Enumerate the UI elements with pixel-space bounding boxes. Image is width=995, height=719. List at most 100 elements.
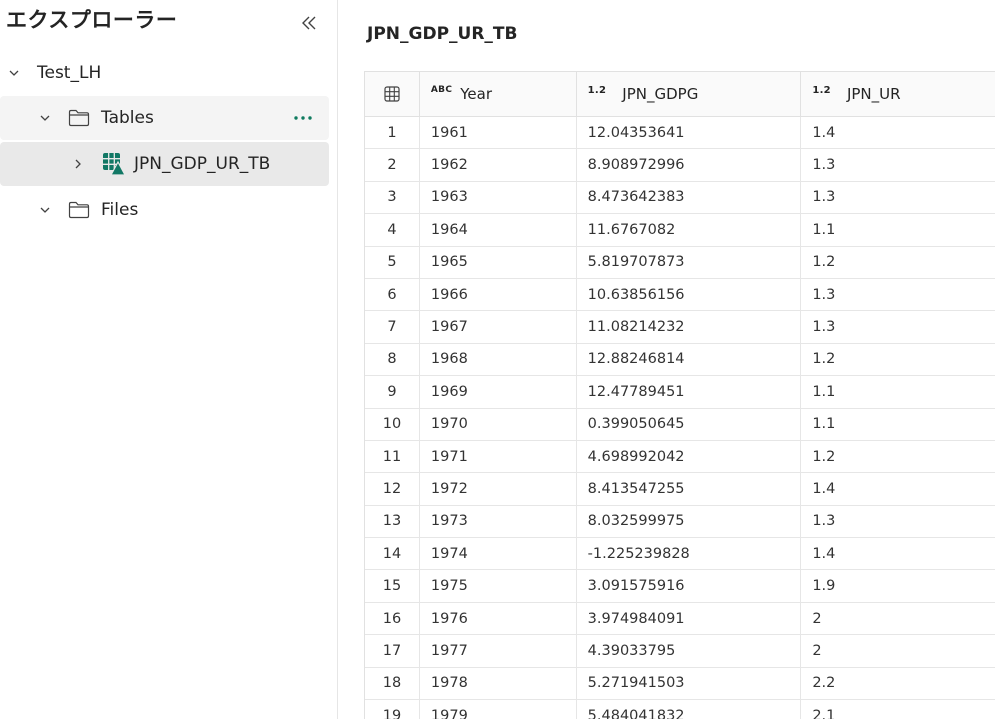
table-row[interactable]: 19 1979 5.484041832 2.1 [365, 700, 995, 719]
gdpg-cell[interactable]: 3.974984091 [577, 602, 802, 635]
ur-cell[interactable]: 1.9 [801, 570, 995, 601]
row-number-cell[interactable]: 15 [365, 570, 420, 602]
gdpg-cell[interactable]: 8.908972996 [577, 149, 802, 181]
ur-cell[interactable]: 1.3 [801, 182, 995, 213]
year-cell[interactable]: 1979 [420, 700, 577, 719]
year-cell[interactable]: 1965 [420, 246, 577, 278]
gdpg-cell[interactable]: 8.413547255 [577, 473, 802, 505]
ur-cell[interactable]: 2 [801, 603, 995, 634]
table-row[interactable]: 10 1970 0.399050645 1.1 [365, 408, 995, 441]
year-cell[interactable]: 1976 [420, 602, 577, 635]
row-number-cell[interactable]: 14 [365, 538, 420, 570]
row-number-cell[interactable]: 11 [365, 440, 420, 473]
ur-cell[interactable]: 1.2 [801, 247, 995, 278]
ur-cell[interactable]: 2 [801, 635, 995, 666]
gdpg-cell[interactable]: 11.6767082 [577, 214, 802, 246]
year-cell[interactable]: 1967 [420, 311, 577, 343]
gdpg-cell[interactable]: 12.47789451 [577, 376, 802, 408]
year-cell[interactable]: 1964 [420, 214, 577, 246]
chevron-down-icon[interactable] [37, 110, 53, 126]
year-cell[interactable]: 1978 [420, 667, 577, 700]
chevron-down-icon[interactable] [6, 65, 22, 81]
year-cell[interactable]: 1971 [420, 440, 577, 473]
row-number-cell[interactable]: 17 [365, 635, 420, 667]
gdpg-cell[interactable]: 4.39033795 [577, 635, 802, 667]
ur-cell[interactable]: 1.3 [801, 279, 995, 310]
row-number-cell[interactable]: 1 [365, 117, 420, 149]
ur-cell[interactable]: 1.3 [801, 149, 995, 180]
table-row[interactable]: 12 1972 8.413547255 1.4 [365, 473, 995, 506]
year-cell[interactable]: 1974 [420, 538, 577, 570]
collapse-pane-button[interactable] [296, 10, 322, 36]
ur-cell[interactable]: 1.3 [801, 506, 995, 537]
gdpg-cell[interactable]: 12.88246814 [577, 343, 802, 376]
gdpg-cell[interactable]: 0.399050645 [577, 408, 802, 440]
ur-cell[interactable]: 1.3 [801, 311, 995, 342]
gdpg-cell[interactable]: 5.271941503 [577, 667, 802, 700]
table-row[interactable]: 7 1967 11.08214232 1.3 [365, 311, 995, 344]
gdpg-cell[interactable]: 12.04353641 [577, 117, 802, 149]
ur-cell[interactable]: 1.1 [801, 376, 995, 407]
table-row[interactable]: 4 1964 11.6767082 1.1 [365, 214, 995, 247]
table-row[interactable]: 14 1974 -1.225239828 1.4 [365, 538, 995, 571]
row-number-cell[interactable]: 2 [365, 149, 420, 181]
year-cell[interactable]: 1975 [420, 570, 577, 602]
column-header-jpn-ur[interactable]: 1.2 JPN_UR [801, 72, 995, 116]
gdpg-cell[interactable]: 3.091575916 [577, 570, 802, 602]
year-cell[interactable]: 1969 [420, 376, 577, 408]
year-cell[interactable]: 1973 [420, 505, 577, 538]
tree-item-tables[interactable]: Tables [0, 96, 329, 140]
year-cell[interactable]: 1962 [420, 149, 577, 181]
year-cell[interactable]: 1961 [420, 117, 577, 149]
year-cell[interactable]: 1968 [420, 343, 577, 376]
row-number-cell[interactable]: 8 [365, 343, 420, 376]
tree-item-files[interactable]: Files [0, 188, 329, 232]
tree-item-table-jpn-gdp-ur-tb[interactable]: JPN_GDP_UR_TB [0, 142, 329, 186]
gdpg-cell[interactable]: 5.819707873 [577, 246, 802, 278]
table-row[interactable]: 6 1966 10.63856156 1.3 [365, 278, 995, 312]
table-row[interactable]: 2 1962 8.908972996 1.3 [365, 149, 995, 182]
year-cell[interactable]: 1966 [420, 278, 577, 311]
row-number-cell[interactable]: 18 [365, 667, 420, 700]
tree-item-lakehouse[interactable]: Test_LH [0, 51, 329, 95]
gdpg-cell[interactable]: 4.698992042 [577, 440, 802, 473]
chevron-right-icon[interactable] [70, 156, 86, 172]
row-number-cell[interactable]: 5 [365, 246, 420, 278]
row-number-cell[interactable]: 10 [365, 408, 420, 440]
column-header-jpn-gdpg[interactable]: 1.2 JPN_GDPG [577, 72, 802, 116]
table-row[interactable]: 15 1975 3.091575916 1.9 [365, 570, 995, 603]
year-cell[interactable]: 1963 [420, 181, 577, 214]
table-row[interactable]: 13 1973 8.032599975 1.3 [365, 505, 995, 539]
row-number-cell[interactable]: 19 [365, 700, 420, 719]
table-row[interactable]: 3 1963 8.473642383 1.3 [365, 181, 995, 215]
row-number-cell[interactable]: 12 [365, 473, 420, 505]
column-header-year[interactable]: ABC Year [420, 72, 577, 116]
table-row[interactable]: 18 1978 5.271941503 2.2 [365, 667, 995, 701]
ur-cell[interactable]: 1.1 [801, 214, 995, 245]
year-cell[interactable]: 1977 [420, 635, 577, 667]
gdpg-cell[interactable]: 8.032599975 [577, 505, 802, 538]
row-number-cell[interactable]: 7 [365, 311, 420, 343]
ur-cell[interactable]: 1.4 [801, 473, 995, 504]
row-number-cell[interactable]: 13 [365, 505, 420, 538]
more-options-button[interactable] [291, 106, 315, 130]
table-row[interactable]: 5 1965 5.819707873 1.2 [365, 246, 995, 279]
ur-cell[interactable]: 1.2 [801, 344, 995, 375]
row-number-cell[interactable]: 4 [365, 214, 420, 246]
year-cell[interactable]: 1970 [420, 408, 577, 440]
gdpg-cell[interactable]: 10.63856156 [577, 278, 802, 311]
ur-cell[interactable]: 2.2 [801, 668, 995, 699]
ur-cell[interactable]: 1.1 [801, 409, 995, 440]
gdpg-cell[interactable]: 8.473642383 [577, 181, 802, 214]
gdpg-cell[interactable]: 5.484041832 [577, 700, 802, 719]
table-row[interactable]: 1 1961 12.04353641 1.4 [365, 117, 995, 150]
gdpg-cell[interactable]: -1.225239828 [577, 538, 802, 570]
ur-cell[interactable]: 1.4 [801, 117, 995, 148]
year-cell[interactable]: 1972 [420, 473, 577, 505]
row-number-cell[interactable]: 16 [365, 602, 420, 635]
table-row[interactable]: 8 1968 12.88246814 1.2 [365, 343, 995, 377]
table-row[interactable]: 11 1971 4.698992042 1.2 [365, 440, 995, 474]
table-row[interactable]: 16 1976 3.974984091 2 [365, 602, 995, 636]
table-row[interactable]: 17 1977 4.39033795 2 [365, 635, 995, 668]
row-number-cell[interactable]: 3 [365, 181, 420, 214]
